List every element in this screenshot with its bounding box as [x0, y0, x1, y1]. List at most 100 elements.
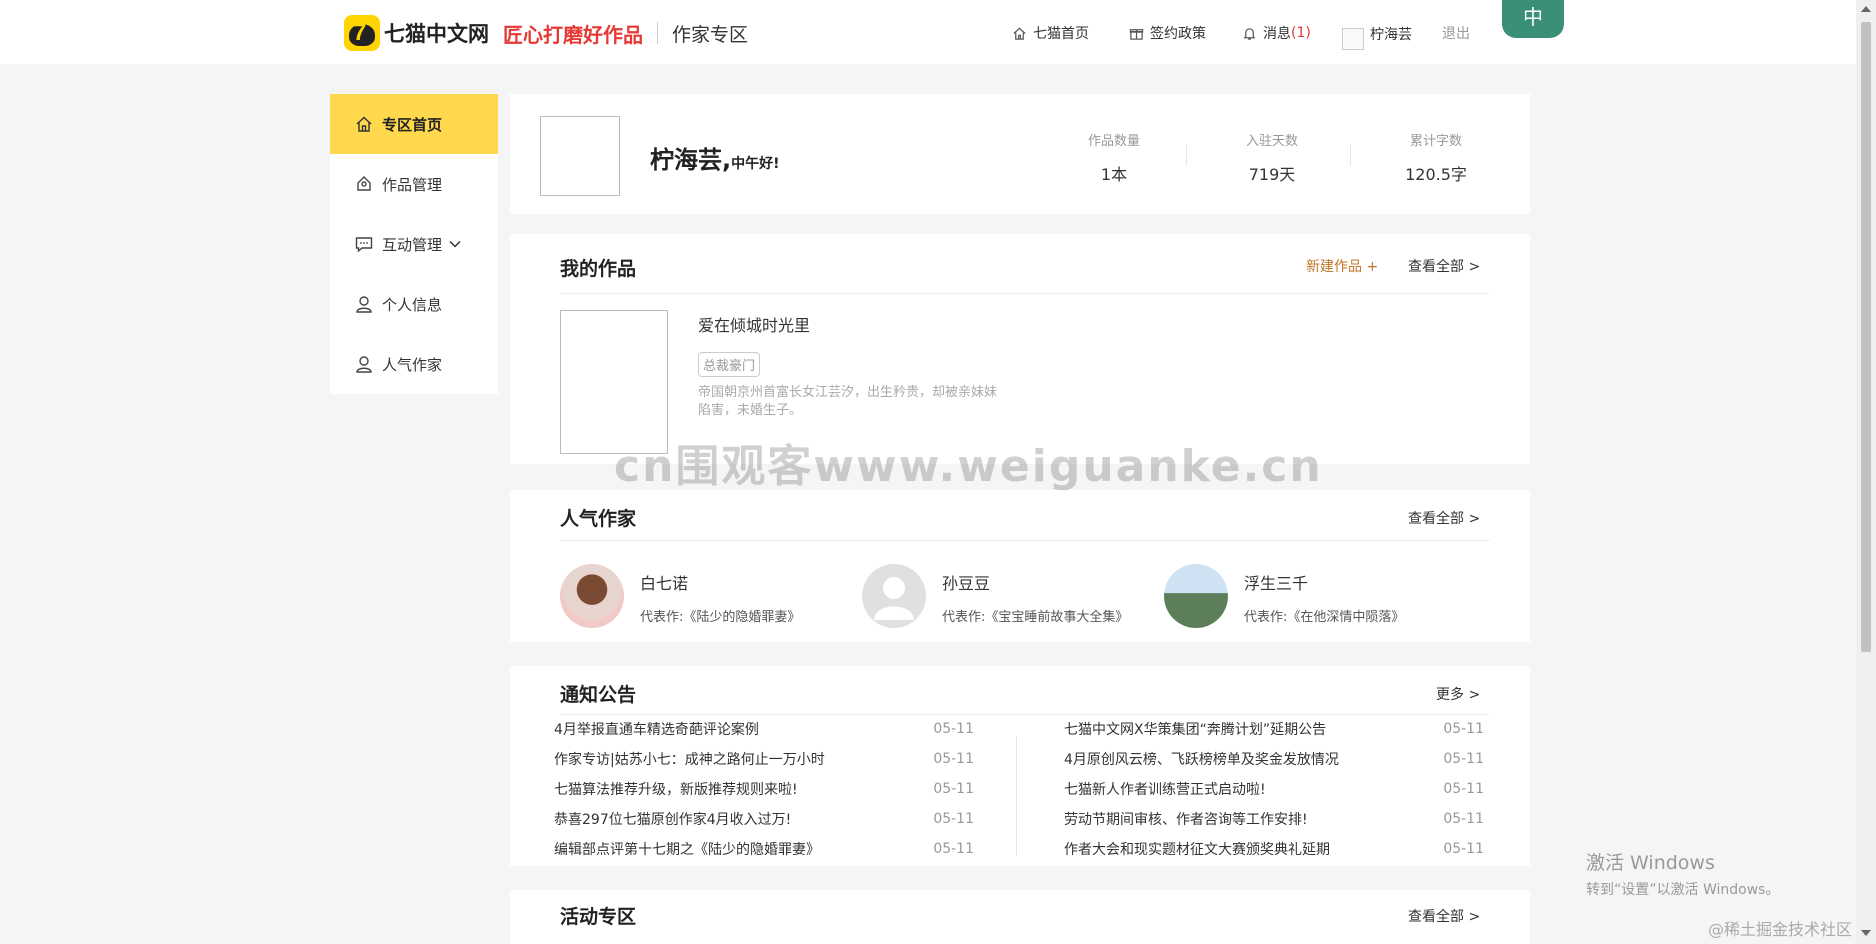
- notice-item[interactable]: 劳动节期间审核、作者咨询等工作安排! 05-11: [1064, 804, 1484, 834]
- scroll-down-arrow-icon[interactable]: [1861, 930, 1871, 936]
- notice-item[interactable]: 七猫算法推荐升级，新版推荐规则来啦! 05-11: [554, 774, 974, 804]
- bell-icon: [1243, 27, 1256, 40]
- sidebar-item-popular-authors[interactable]: 人气作家: [330, 334, 498, 394]
- book-title[interactable]: 爱在倾城时光里: [698, 312, 810, 336]
- author-representative-work: 代表作:《陆少的隐婚罪妻》: [640, 610, 801, 625]
- author-name: 孙豆豆: [942, 574, 991, 593]
- notice-title: 编辑部点评第十七期之《陆少的隐婚罪妻》: [554, 842, 820, 858]
- sidebar-item-home[interactable]: 专区首页: [330, 94, 498, 154]
- notice-item[interactable]: 4月原创风云榜、飞跃榜榜单及奖金发放情况 05-11: [1064, 744, 1484, 774]
- notice-title: 七猫新人作者训练营正式启动啦!: [1064, 782, 1266, 798]
- notice-title: 4月原创风云榜、飞跃榜榜单及奖金发放情况: [1064, 752, 1339, 768]
- sidebar-item-label: 专区首页: [382, 115, 443, 134]
- logout-link[interactable]: 退出: [1442, 22, 1470, 44]
- notice-list-right: 七猫中文网X华策集团“奔腾计划”延期公告 05-11 4月原创风云榜、飞跃榜榜单及…: [1064, 714, 1484, 864]
- sidebar-item-label: 作品管理: [382, 175, 443, 194]
- notice-item[interactable]: 恭喜297位七猫原创作家4月收入过万! 05-11: [554, 804, 974, 834]
- section-title: 活动专区: [560, 906, 637, 928]
- stat-divider: [1350, 144, 1351, 166]
- stat-days: 入驻天数 719天: [1202, 130, 1342, 185]
- notice-title: 4月举报直通车精选奇葩评论案例: [554, 722, 759, 738]
- gift-icon: [1129, 28, 1144, 40]
- notice-item[interactable]: 4月举报直通车精选奇葩评论案例 05-11: [554, 714, 974, 744]
- author-card[interactable]: 孙豆豆 代表作:《宝宝睡前故事大全集》: [862, 564, 1162, 630]
- nav-home-link[interactable]: 七猫首页: [1012, 22, 1089, 44]
- author-avatar: [1164, 564, 1228, 628]
- popular-authors-card: 人气作家 查看全部 > 白七诺 代表作:《陆少的隐婚罪妻》 孙豆豆 代表作:《宝…: [510, 490, 1530, 642]
- edit-icon: [357, 176, 371, 191]
- author-name: 柠海芸,: [650, 146, 732, 174]
- notice-date: 05-11: [933, 841, 974, 857]
- logo-text: 七猫中文网: [384, 22, 489, 46]
- view-all-activities-link[interactable]: 查看全部 >: [1408, 906, 1480, 926]
- profile-avatar[interactable]: [540, 116, 620, 196]
- author-avatar: [560, 564, 624, 628]
- stat-value: 120.5字: [1405, 165, 1467, 184]
- notice-item[interactable]: 作者大会和现实题材征文大赛颁奖典礼延期 05-11: [1064, 834, 1484, 864]
- author-name: 白七诺: [640, 574, 689, 593]
- user-avatar: [1342, 28, 1364, 50]
- page-scrollbar[interactable]: [1856, 0, 1876, 944]
- sidebar-item-works[interactable]: 作品管理: [330, 154, 498, 214]
- nav-messages-link[interactable]: 消息 (1): [1242, 22, 1311, 44]
- author-card[interactable]: 白七诺 代表作:《陆少的隐婚罪妻》: [560, 564, 860, 630]
- notice-column-divider: [1016, 736, 1017, 856]
- profile-card: 柠海芸,中午好! 作品数量 1本 入驻天数 719天 累计字数 120.5字: [510, 94, 1530, 214]
- sidebar-item-label: 互动管理: [382, 235, 443, 254]
- section-title: 通知公告: [560, 684, 637, 706]
- activity-card: 活动专区 查看全部 >: [510, 890, 1530, 944]
- juejin-watermark: @稀土掘金技术社区: [1708, 920, 1853, 939]
- notice-item[interactable]: 七猫新人作者训练营正式启动啦! 05-11: [1064, 774, 1484, 804]
- author-representative-work: 代表作:《在他深情中陨落》: [1244, 610, 1405, 625]
- cat-logo-icon: 7: [344, 15, 380, 51]
- scroll-thumb[interactable]: [1861, 22, 1871, 652]
- home-icon: [1013, 27, 1026, 40]
- sidebar: 专区首页 作品管理 互动管理 个人信息 人气作家: [330, 94, 498, 394]
- sidebar-item-profile[interactable]: 个人信息: [330, 274, 498, 334]
- stat-label: 入驻天数: [1245, 134, 1298, 149]
- stat-label: 作品数量: [1087, 134, 1140, 149]
- stat-value: 1本: [1100, 165, 1128, 184]
- user-icon: [356, 356, 372, 373]
- corner-badge[interactable]: 中: [1502, 0, 1564, 38]
- top-header: 7 七猫中文网 匠心打磨好作品 作家专区 七猫首页 签约政策 消息 (1) 柠海…: [0, 0, 1856, 64]
- notice-date: 05-11: [1443, 721, 1484, 737]
- divider: [560, 540, 1490, 541]
- greeting-text: 中午好!: [731, 156, 780, 172]
- default-avatar-icon: [874, 577, 914, 620]
- notice-date: 05-11: [933, 781, 974, 797]
- nav-policy-label: 签约政策: [1150, 26, 1206, 42]
- stat-label: 累计字数: [1409, 134, 1462, 149]
- home-icon: [356, 116, 372, 132]
- stat-word-count: 累计字数 120.5字: [1366, 130, 1506, 185]
- notice-item[interactable]: 作家专访|姑苏小七：成神之路何止一万小时 05-11: [554, 744, 974, 774]
- slogan-text: 匠心打磨好作品: [503, 22, 643, 47]
- view-all-authors-link[interactable]: 查看全部 >: [1408, 508, 1480, 528]
- stat-divider: [1186, 144, 1187, 166]
- author-representative-work: 代表作:《宝宝睡前故事大全集》: [942, 610, 1129, 625]
- scroll-up-arrow-icon[interactable]: [1861, 6, 1871, 12]
- notice-date: 05-11: [933, 811, 974, 827]
- author-card[interactable]: 浮生三千 代表作:《在他深情中陨落》: [1164, 564, 1464, 630]
- view-all-works-link[interactable]: 查看全部 >: [1408, 256, 1480, 276]
- stat-value: 719天: [1248, 165, 1296, 184]
- nav-user[interactable]: 柠海芸: [1342, 27, 1412, 50]
- chevron-down-icon: [449, 240, 461, 248]
- notice-title: 作者大会和现实题材征文大赛颁奖典礼延期: [1064, 842, 1330, 858]
- notice-title: 七猫中文网X华策集团“奔腾计划”延期公告: [1064, 722, 1327, 738]
- logout-label: 退出: [1442, 26, 1470, 42]
- notice-item[interactable]: 七猫中文网X华策集团“奔腾计划”延期公告 05-11: [1064, 714, 1484, 744]
- sidebar-item-label: 人气作家: [382, 355, 443, 374]
- logo-divider: [657, 22, 658, 44]
- notice-date: 05-11: [933, 751, 974, 767]
- nav-messages-label: 消息: [1263, 26, 1291, 42]
- sidebar-item-interaction[interactable]: 互动管理: [330, 214, 498, 274]
- section-title: 人气作家: [560, 508, 637, 530]
- nav-policy-link[interactable]: 签约政策: [1129, 22, 1206, 44]
- more-notices-link[interactable]: 更多 >: [1436, 684, 1480, 704]
- new-work-button[interactable]: 新建作品 +: [1306, 256, 1378, 276]
- notice-item[interactable]: 编辑部点评第十七期之《陆少的隐婚罪妻》 05-11: [554, 834, 974, 864]
- notice-title: 恭喜297位七猫原创作家4月收入过万!: [554, 812, 792, 828]
- windows-activation-title: 激活 Windows: [1586, 852, 1715, 874]
- site-logo[interactable]: 7 七猫中文网 匠心打磨好作品 作家专区: [344, 15, 748, 51]
